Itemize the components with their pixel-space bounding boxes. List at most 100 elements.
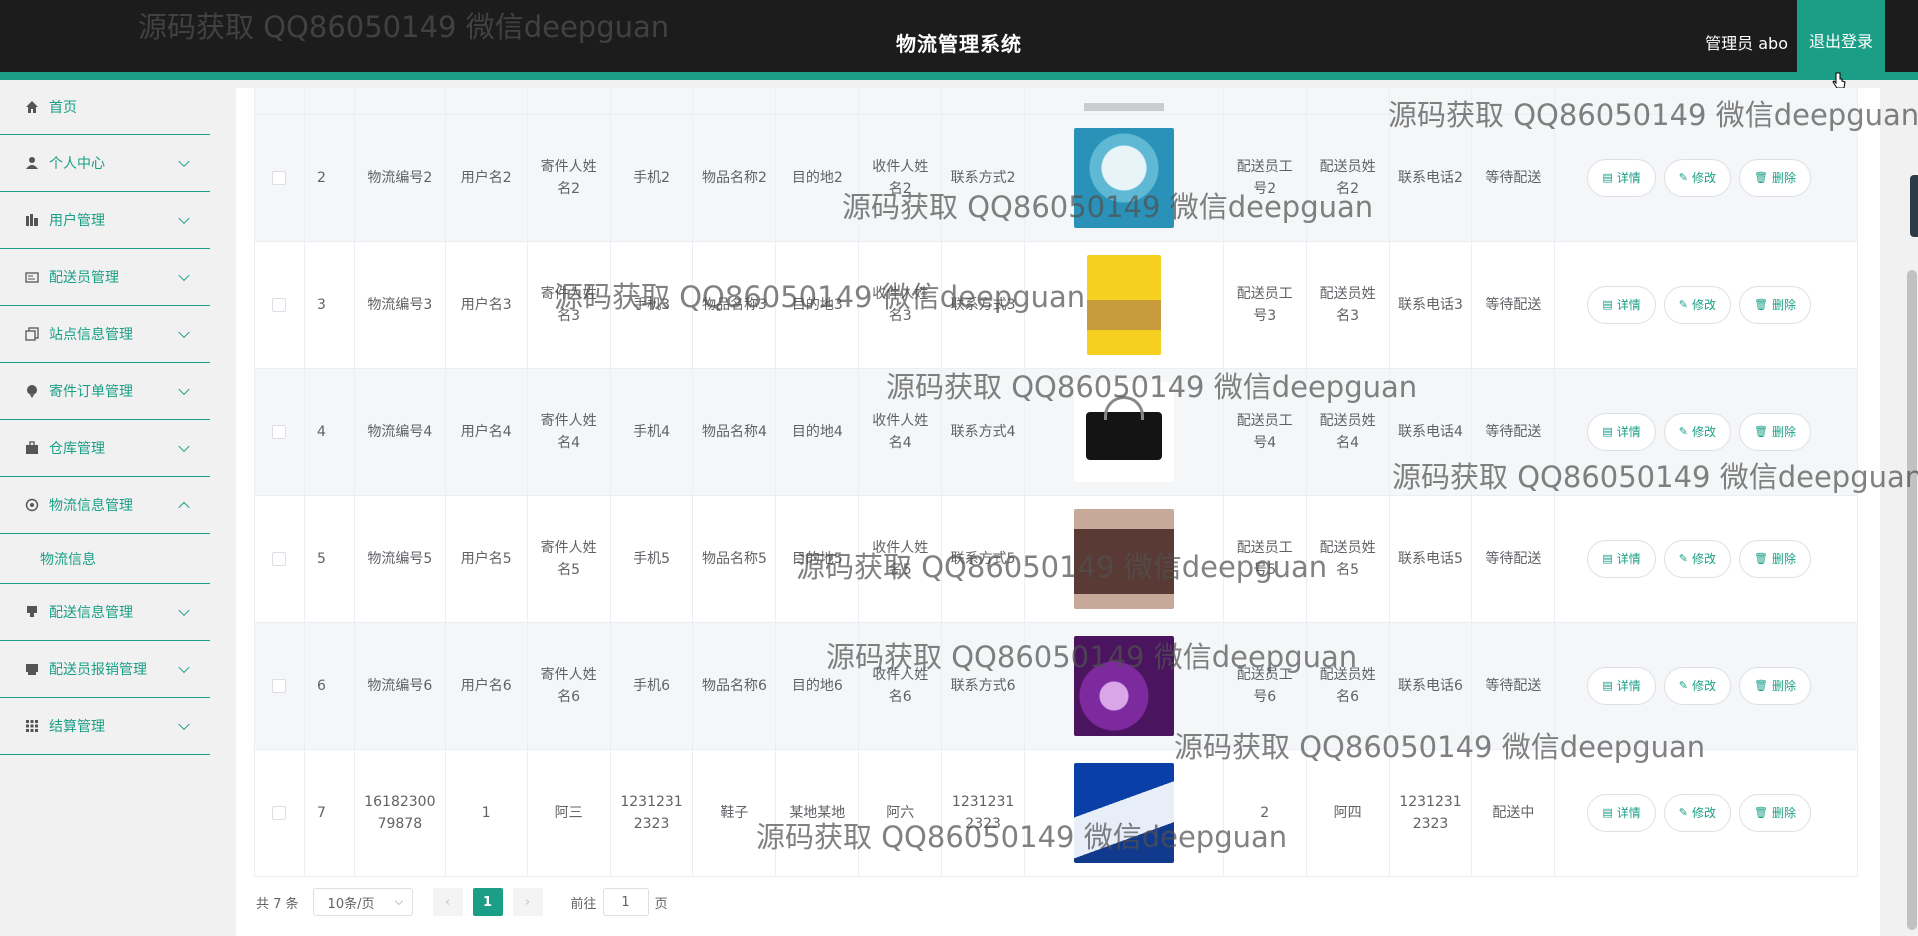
receiver-contact: 联系方式5 <box>942 496 1026 622</box>
detail-button[interactable]: ▤ 详情 <box>1587 413 1656 451</box>
edit-button[interactable]: ✎ 修改 <box>1663 667 1731 705</box>
sidebar-item-users[interactable]: 用户管理 <box>0 192 210 249</box>
product-image-sneakers <box>1073 763 1174 863</box>
page-number-current[interactable]: 1 <box>472 888 503 916</box>
document-icon: ▤ <box>1602 806 1613 819</box>
chevron-down-icon <box>178 383 190 396</box>
destination: 目的地6 <box>776 623 860 749</box>
logout-button[interactable]: 退出登录 <box>1797 0 1885 80</box>
item-name: 物品名称4 <box>693 369 777 495</box>
admin-username: 管理员 abo <box>1705 34 1788 53</box>
courier-phone: 联系电话5 <box>1390 496 1473 622</box>
sidebar-item-orders[interactable]: 寄件订单管理 <box>0 363 210 420</box>
status-text: 等待配送 <box>1472 623 1556 749</box>
table-row: 6 物流编号6 用户名6 寄件人姓名6 手机6 物品名称6 目的地6 收件人姓名… <box>255 623 1857 750</box>
username: 用户名4 <box>446 369 528 495</box>
edit-button[interactable]: ✎ 修改 <box>1663 286 1731 324</box>
detail-button[interactable]: ▤ 详情 <box>1587 667 1656 705</box>
receiver-contact: 联系方式6 <box>942 623 1026 749</box>
sidebar-item-logistics[interactable]: 物流信息管理 <box>0 477 210 534</box>
item-name: 物品名称5 <box>693 496 777 622</box>
row-checkbox[interactable] <box>272 298 287 312</box>
courier-id: 配送员工号6 <box>1224 623 1307 749</box>
detail-button[interactable]: ▤ 详情 <box>1587 540 1656 578</box>
table-row: 7 1618230079878 1 阿三 12312312323 鞋子 某地某地… <box>255 750 1857 877</box>
edit-button[interactable]: ✎ 修改 <box>1663 413 1731 451</box>
sidebar-item-label: 物流信息管理 <box>49 498 133 514</box>
row-checkbox[interactable] <box>272 806 287 820</box>
edit-button[interactable]: ✎ 修改 <box>1663 159 1731 197</box>
courier-name: 阿四 <box>1307 750 1390 876</box>
pencil-icon: ✎ <box>1678 679 1688 692</box>
sender-name: 寄件人姓名2 <box>528 115 611 241</box>
row-checkbox[interactable] <box>272 552 287 566</box>
delete-button[interactable]: 🗑 删除 <box>1739 540 1811 578</box>
goto-page-input[interactable]: 1 <box>602 888 649 916</box>
page-size-select[interactable]: 10条/页 <box>312 888 413 916</box>
chevron-down-icon <box>178 269 190 282</box>
app-title: 物流管理系统 <box>896 32 1022 56</box>
chevron-right-icon: › <box>524 894 531 910</box>
status-text: 等待配送 <box>1472 496 1556 622</box>
sidebar-item-stations[interactable]: 站点信息管理 <box>0 306 210 363</box>
status-text: 等待配送 <box>1472 242 1556 368</box>
status-text: 等待配送 <box>1472 369 1556 495</box>
courier-phone: 联系电话2 <box>1390 115 1473 241</box>
sidebar-subitem-logistics-info[interactable]: 物流信息 <box>0 534 210 584</box>
scrollbar-thumb[interactable] <box>1907 270 1917 930</box>
row-checkbox[interactable] <box>272 425 287 439</box>
sidebar-item-reimburse[interactable]: 配送员报销管理 <box>0 641 210 698</box>
logistics-number: 物流编号5 <box>355 496 446 622</box>
sidebar-item-warehouse[interactable]: 仓库管理 <box>0 420 210 477</box>
delete-button[interactable]: 🗑 删除 <box>1739 667 1811 705</box>
courier-phone: 联系电话4 <box>1390 369 1473 495</box>
edit-button[interactable]: ✎ 修改 <box>1663 794 1731 832</box>
trash-icon: 🗑 <box>1754 552 1768 565</box>
courier-id: 2 <box>1224 750 1307 876</box>
username: 用户名2 <box>446 115 528 241</box>
sidebar-item-profile[interactable]: 个人中心 <box>0 135 210 192</box>
sidebar-item-settlement[interactable]: 结算管理 <box>0 698 210 755</box>
sidebar-item-home[interactable]: 首页 <box>0 80 210 135</box>
chevron-down-icon <box>178 661 190 674</box>
sidebar-item-couriers[interactable]: 配送员管理 <box>0 249 210 306</box>
pencil-icon: ✎ <box>1678 298 1688 311</box>
receiver-name: 收件人姓名5 <box>859 496 943 622</box>
home-icon <box>24 99 40 115</box>
row-checkbox[interactable] <box>272 171 287 185</box>
sidebar-item-label: 首页 <box>49 100 77 116</box>
row-checkbox[interactable] <box>272 679 287 693</box>
courier-name: 配送员姓名5 <box>1307 496 1390 622</box>
floating-edge-widget[interactable] <box>1910 175 1918 237</box>
sidebar-item-label: 配送信息管理 <box>49 605 133 621</box>
delete-button[interactable]: 🗑 删除 <box>1739 794 1811 832</box>
top-header: 物流管理系统 管理员 abo 退出登录 <box>0 0 1918 89</box>
prev-page-button[interactable]: ‹ <box>432 888 463 916</box>
delete-button[interactable]: 🗑 删除 <box>1739 413 1811 451</box>
chevron-up-icon <box>178 501 190 514</box>
sidebar-item-label: 寄件订单管理 <box>49 384 133 400</box>
delete-button[interactable]: 🗑 删除 <box>1739 286 1811 324</box>
detail-button[interactable]: ▤ 详情 <box>1587 159 1656 197</box>
pencil-icon: ✎ <box>1678 171 1688 184</box>
edit-button[interactable]: ✎ 修改 <box>1663 540 1731 578</box>
table-row: 4 物流编号4 用户名4 寄件人姓名4 手机4 物品名称4 目的地4 收件人姓名… <box>255 369 1857 496</box>
sidebar-item-delivery[interactable]: 配送信息管理 <box>0 584 210 641</box>
item-name: 物品名称6 <box>693 623 777 749</box>
chevron-down-icon <box>178 440 190 453</box>
courier-phone: 联系电话3 <box>1390 242 1473 368</box>
product-image-crossbody-bag <box>1073 509 1174 609</box>
username: 用户名3 <box>446 242 528 368</box>
next-page-button[interactable]: › <box>512 888 543 916</box>
courier-name: 配送员姓名4 <box>1307 369 1390 495</box>
logistics-number: 物流编号4 <box>355 369 446 495</box>
detail-button[interactable]: ▤ 详情 <box>1587 794 1656 832</box>
delete-button[interactable]: 🗑 删除 <box>1739 159 1811 197</box>
product-image-kettle <box>1073 128 1174 228</box>
sidebar-item-label: 站点信息管理 <box>49 327 133 343</box>
item-name: 物品名称2 <box>693 115 777 241</box>
detail-button[interactable]: ▤ 详情 <box>1587 286 1656 324</box>
sender-name: 寄件人姓名6 <box>528 623 611 749</box>
stamp-icon <box>24 604 40 620</box>
id-card-icon <box>24 269 40 285</box>
